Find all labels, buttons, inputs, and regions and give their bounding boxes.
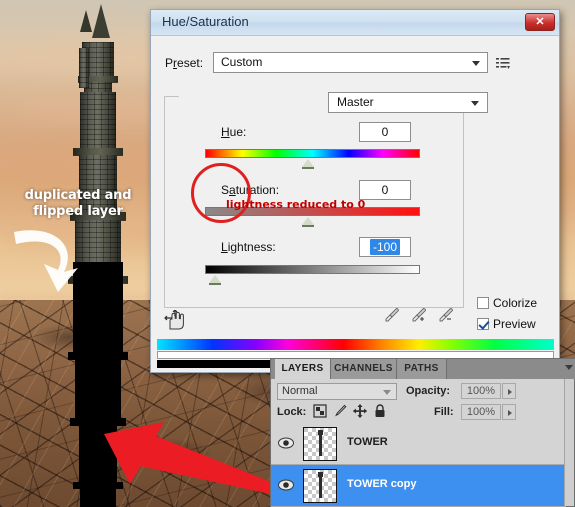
tab-layers[interactable]: LAYERS	[275, 359, 331, 379]
blend-mode-dropdown[interactable]: Normal	[277, 383, 397, 400]
lightness-value-field[interactable]: -100	[359, 237, 411, 257]
lightness-label: Lightness:	[221, 240, 276, 254]
chevron-down-icon	[471, 101, 479, 106]
eye-visibility-icon[interactable]	[277, 477, 295, 493]
fill-value[interactable]: 100%	[461, 404, 501, 420]
lock-all-icon[interactable]	[373, 404, 387, 418]
hue-label: Hue:	[221, 125, 247, 139]
preview-checkbox[interactable]	[477, 318, 489, 330]
opacity-value[interactable]: 100%	[461, 383, 501, 399]
on-image-adjustment-hand-icon[interactable]	[164, 310, 186, 332]
lock-transparency-icon[interactable]	[313, 404, 327, 418]
lock-position-icon[interactable]	[353, 404, 367, 418]
layer-name: TOWER	[347, 436, 388, 448]
table-row[interactable]: TOWER copy	[271, 465, 566, 507]
hue-value-field[interactable]: 0	[359, 122, 411, 142]
opacity-stepper-arrow[interactable]	[502, 383, 516, 399]
preset-menu-icon[interactable]	[495, 55, 511, 71]
lock-image-icon[interactable]	[333, 404, 347, 418]
layer-list: TOWER TOWER copy	[271, 423, 566, 507]
lightness-value-text: -100	[369, 239, 401, 255]
preset-dropdown[interactable]: Custom	[213, 52, 488, 73]
close-icon[interactable]: ✕	[525, 13, 555, 31]
hue-slider-thumb[interactable]	[302, 159, 314, 168]
layers-scrollbar[interactable]	[564, 379, 574, 506]
hue-slider-track[interactable]	[205, 149, 420, 158]
lightness-slider-track[interactable]	[205, 265, 420, 274]
blend-mode-value: Normal	[282, 385, 318, 397]
dialog-title: Hue/Saturation	[162, 14, 249, 29]
red-circle-annotation	[191, 163, 251, 223]
tab-channels[interactable]: CHANNELS	[331, 359, 397, 379]
preview-checkbox-row[interactable]: Preview	[477, 317, 536, 331]
fill-label: Fill:	[434, 406, 454, 418]
dialog-titlebar[interactable]: Hue/Saturation ✕	[151, 10, 559, 36]
eyedropper-icon[interactable]	[383, 306, 401, 324]
eyedropper-plus-icon[interactable]	[410, 306, 428, 324]
colorize-checkbox-row[interactable]: Colorize	[477, 296, 537, 310]
color-spectrum-bar	[157, 339, 554, 350]
preview-label: Preview	[493, 317, 536, 331]
layers-panel[interactable]: LAYERS CHANNELS PATHS Normal Opacity: 10…	[270, 358, 575, 507]
lightness-slider-thumb[interactable]	[209, 275, 221, 284]
layer-thumbnail[interactable]	[303, 469, 337, 503]
opacity-label: Opacity:	[406, 385, 451, 397]
white-curved-arrow-icon	[14, 230, 78, 292]
preset-label: Preset:	[165, 56, 204, 70]
eyedropper-minus-icon[interactable]	[437, 306, 455, 324]
chevron-down-icon	[472, 61, 480, 66]
eye-visibility-icon[interactable]	[277, 435, 295, 451]
lightness-red-note: lightness reduced to 0	[226, 198, 366, 211]
duplicated-flipped-annotation: duplicated and flipped layer	[24, 188, 132, 219]
channel-value: Master	[337, 95, 374, 109]
panel-tab-bar: LAYERS CHANNELS PATHS	[271, 359, 575, 379]
table-row[interactable]: TOWER	[271, 423, 566, 465]
preset-value: Custom	[221, 55, 263, 69]
fill-stepper-arrow[interactable]	[502, 404, 516, 420]
lock-label: Lock:	[277, 406, 307, 418]
saturation-slider-thumb[interactable]	[302, 217, 314, 226]
colorize-label: Colorize	[493, 296, 538, 310]
layer-thumbnail[interactable]	[303, 427, 337, 461]
chevron-down-icon	[383, 390, 391, 395]
layer-name: TOWER copy	[347, 478, 417, 490]
hue-saturation-dialog[interactable]: Hue/Saturation ✕ Preset: Custom OK Cance…	[150, 9, 560, 373]
channel-dropdown[interactable]: Master	[328, 92, 488, 113]
panel-menu-icon[interactable]	[565, 365, 573, 370]
tab-paths[interactable]: PATHS	[397, 359, 447, 379]
colorize-checkbox[interactable]	[477, 297, 489, 309]
saturation-value-field[interactable]: 0	[359, 180, 411, 200]
